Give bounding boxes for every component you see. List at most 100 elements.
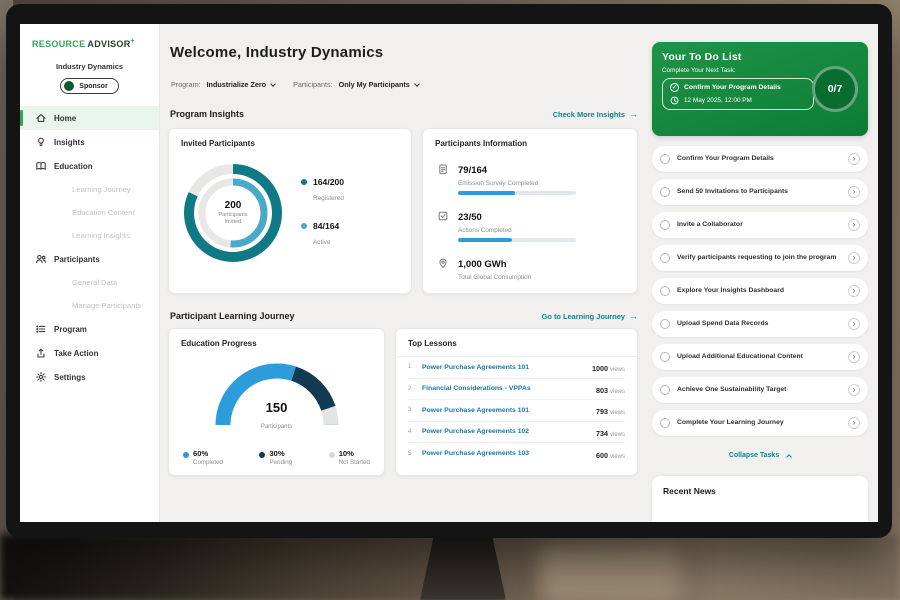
todo-task-upload-spend-data-records[interactable]: Upload Spend Data Records›	[652, 311, 868, 337]
sponsor-icon	[64, 81, 74, 91]
check-more-insights-label: Check More Insights	[553, 110, 625, 119]
participant-info-row: 23/50Actions Completed	[437, 207, 623, 242]
task-label: Explore Your Insights Dashboard	[677, 287, 841, 296]
sidebar-item-insights[interactable]: Insights	[20, 130, 159, 154]
settings-icon	[35, 371, 47, 383]
lesson-link[interactable]: Power Purchase Agreements 103	[422, 450, 589, 457]
clock-icon	[670, 96, 679, 105]
chevron-right-icon[interactable]: ›	[848, 318, 860, 330]
participants-information-rows: 79/164Emission Survey Completed 23/50Acti…	[423, 156, 637, 281]
todo-title: Your To Do List	[662, 51, 858, 63]
collapse-tasks-label: Collapse Tasks	[729, 452, 779, 459]
monitor-stand	[420, 536, 506, 600]
next-task-box[interactable]: ✓ Confirm Your Program Details 12 May 20…	[662, 78, 814, 110]
lesson-rank: 1	[408, 364, 415, 370]
chevron-right-icon[interactable]: ›	[848, 186, 860, 198]
go-to-learning-journey-link[interactable]: Go to Learning Journey →	[542, 312, 638, 321]
invited-participants-donut-chart: 200 Participants Invited	[181, 161, 285, 265]
lesson-row: 3Power Purchase Agreements 101793views	[408, 400, 625, 422]
todo-task-verify-participants-requesting[interactable]: Verify participants requesting to join t…	[652, 245, 868, 271]
top-lessons-title: Top Lessons	[396, 329, 637, 357]
task-checkbox[interactable]	[660, 418, 670, 428]
progress-bar	[458, 191, 576, 195]
task-checkbox[interactable]	[660, 253, 670, 263]
views-count: 600	[596, 451, 608, 460]
todo-task-invite-a-collaborator[interactable]: Invite a Collaborator ›	[652, 212, 868, 238]
sidebar-item-take-action[interactable]: Take Action	[20, 341, 159, 365]
lesson-link[interactable]: Power Purchase Agreements 101	[422, 407, 589, 414]
task-checkbox[interactable]	[660, 154, 670, 164]
org-name: Industry Dynamics	[20, 62, 159, 71]
chevron-right-icon[interactable]: ›	[848, 285, 860, 297]
participants-dropdown[interactable]: Only My Participants	[339, 80, 419, 89]
gauge-center-label: 150 Participants	[212, 401, 342, 433]
todo-task-upload-additional-educational-[interactable]: Upload Additional Educational Content ›	[652, 344, 868, 370]
sidebar-item-settings[interactable]: Settings	[20, 365, 159, 389]
program-icon	[35, 323, 47, 335]
chevron-right-icon[interactable]: ›	[848, 153, 860, 165]
task-label: Achieve One Sustainability Target	[677, 386, 841, 395]
next-task-due: 12 May 2025, 12:00 PM	[684, 97, 752, 104]
check-more-insights-link[interactable]: Check More Insights →	[553, 110, 638, 119]
task-checkbox[interactable]	[660, 319, 670, 329]
lesson-link[interactable]: Power Purchase Agreements 101	[422, 364, 585, 371]
sidebar-item-learning-journey[interactable]: Learning Journey	[20, 178, 159, 201]
recent-news-card: Recent News	[652, 476, 868, 522]
lesson-rank: 4	[408, 429, 415, 435]
learning-journey-title: Participant Learning Journey	[170, 311, 295, 321]
task-checkbox[interactable]	[660, 187, 670, 197]
gauge-legend-item: 60%Completed	[183, 449, 223, 466]
participant-info-row: 79/164Emission Survey Completed	[437, 160, 623, 195]
consumption-icon	[437, 256, 449, 268]
sidebar-item-home[interactable]: Home	[20, 106, 159, 130]
task-checkbox[interactable]	[660, 286, 670, 296]
task-label: Invite a Collaborator	[677, 221, 841, 230]
app-window: RESOURCEADVISOR+ Industry Dynamics Spons…	[20, 24, 878, 522]
chevron-down-icon	[414, 81, 420, 87]
donut-legend: 164/200 Registered 84/164 Active	[301, 177, 344, 249]
task-checkbox[interactable]	[660, 220, 670, 230]
todo-task-achieve-one-sustainability-tar[interactable]: Achieve One Sustainability Target ›	[652, 377, 868, 403]
sidebar-item-program[interactable]: Program	[20, 317, 159, 341]
chevron-right-icon[interactable]: ›	[848, 384, 860, 396]
chevron-right-icon[interactable]: ›	[848, 417, 860, 429]
task-label: Upload Additional Educational Content	[677, 353, 841, 362]
sidebar-item-learning-insights[interactable]: Learning Insights	[20, 224, 159, 247]
legend-dot	[183, 452, 189, 458]
sponsor-badge: Sponsor	[60, 78, 118, 94]
lesson-views: 1000views	[592, 358, 625, 376]
todo-progress-value: 0/7	[828, 83, 843, 95]
gauge-legend: 60%Completed30%Pending10%Not Started	[183, 449, 370, 466]
task-label: Verify participants requesting to join t…	[677, 254, 841, 263]
lesson-rank: 3	[408, 407, 415, 413]
lesson-row: 1 Power Purchase Agreements 101 1000views	[408, 357, 625, 379]
views-count: 1000	[592, 364, 608, 373]
todo-task-explore-your-insights-dashboar[interactable]: Explore Your Insights Dashboard ›	[652, 278, 868, 304]
sidebar-item-education[interactable]: Education	[20, 154, 159, 178]
todo-progress-ring: 0/7	[812, 66, 858, 112]
lesson-link[interactable]: Power Purchase Agreements 102	[422, 428, 589, 435]
todo-task-send-50-invitations-to-partici[interactable]: Send 50 Invitations to Participants›	[652, 179, 868, 205]
chevron-right-icon[interactable]: ›	[848, 252, 860, 264]
legend-dot	[301, 223, 307, 229]
chevron-right-icon[interactable]: ›	[848, 219, 860, 231]
sidebar-item-label: Settings	[54, 373, 86, 382]
sidebar-item-education-content[interactable]: Education Content	[20, 201, 159, 224]
sidebar-item-participants[interactable]: Participants	[20, 247, 159, 271]
take-action-icon	[35, 347, 47, 359]
survey-icon	[437, 162, 449, 174]
sidebar-item-label: General Data	[72, 278, 117, 287]
lesson-link[interactable]: Financial Considerations - VPPAs	[422, 385, 589, 392]
sidebar-item-general-data[interactable]: General Data	[20, 271, 159, 294]
chevron-right-icon[interactable]: ›	[848, 351, 860, 363]
task-checkbox[interactable]	[660, 352, 670, 362]
legend-dot	[301, 179, 307, 185]
task-checkbox[interactable]	[660, 385, 670, 395]
main-content: Welcome, Industry Dynamics Program: Indu…	[160, 24, 652, 522]
program-dropdown[interactable]: Industrialize Zero	[207, 80, 276, 89]
todo-task-confirm-your-program-details[interactable]: Confirm Your Program Details›	[652, 146, 868, 172]
donut-center-label: 200 Participants Invited	[181, 161, 285, 265]
collapse-tasks-link[interactable]: Collapse Tasks	[652, 452, 868, 459]
todo-task-complete-your-learning-journey[interactable]: Complete Your Learning Journey›	[652, 410, 868, 436]
sidebar-item-manage-participants[interactable]: Manage Participants	[20, 294, 159, 317]
